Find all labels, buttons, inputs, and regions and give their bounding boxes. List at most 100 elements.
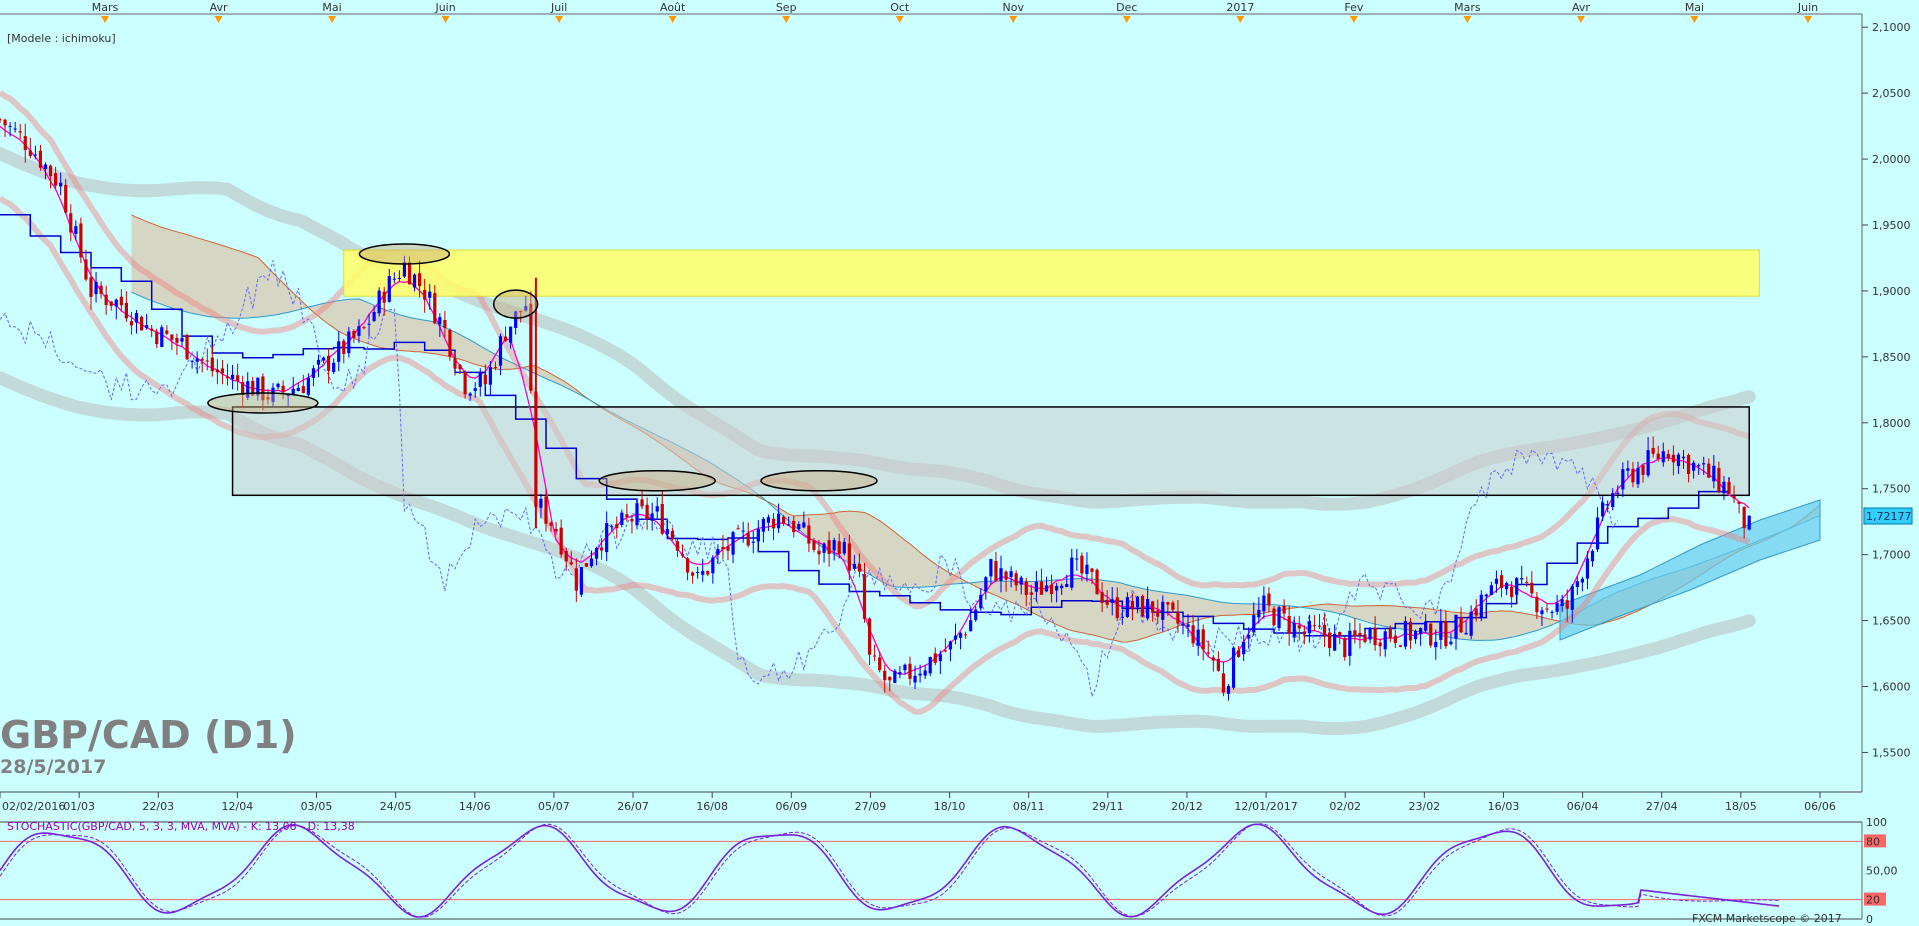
candle-body: [716, 549, 720, 555]
candle-body: [1120, 616, 1124, 618]
footer-credit: FXCM Marketscope © 2017: [1692, 912, 1842, 925]
stoch-d-line: [0, 823, 1780, 918]
candle-body: [1085, 564, 1089, 575]
x-tick-label: 20/12: [1171, 800, 1203, 813]
candle-body: [1504, 583, 1509, 590]
candle-body: [1419, 628, 1423, 635]
candle-body: [539, 498, 543, 508]
candle-body: [296, 387, 300, 391]
candle-body: [948, 641, 953, 650]
candle-body: [837, 541, 841, 554]
x-tick-label: 27/09: [855, 800, 887, 813]
candle-body: [1060, 585, 1064, 589]
candle-body: [741, 530, 745, 532]
candle-body: [1671, 454, 1675, 463]
candle-body: [1621, 469, 1625, 490]
x-tick-label: 27/04: [1646, 800, 1678, 813]
candle-body: [1383, 631, 1387, 650]
candle-body: [691, 572, 695, 576]
candle-body: [418, 273, 422, 287]
top-month-label: Juin: [1797, 1, 1818, 14]
candle-body: [1333, 633, 1337, 651]
candle-body: [453, 358, 457, 369]
y-tick-label: 2,0000: [1872, 153, 1911, 166]
candle-body: [89, 277, 93, 297]
candle-body: [1282, 605, 1286, 614]
candle-body: [1702, 463, 1706, 465]
candle-body: [1570, 586, 1574, 610]
candle-body: [38, 150, 43, 168]
candle-body: [1090, 568, 1094, 572]
candle-body: [1277, 607, 1281, 629]
candle-body: [458, 365, 462, 370]
candle-body: [1464, 632, 1468, 635]
resistance-zone: [343, 249, 1760, 297]
top-month-label: Dec: [1116, 1, 1137, 14]
x-tick-label: 12/04: [222, 800, 254, 813]
candle-body: [1206, 652, 1210, 654]
candle-body: [1080, 555, 1084, 574]
candle-body: [443, 319, 447, 328]
candle-body: [589, 558, 594, 567]
candle-body: [574, 568, 578, 591]
candle-body: [281, 385, 285, 393]
candle-body: [766, 517, 771, 523]
candle-body: [1140, 595, 1145, 617]
candle-body: [645, 504, 649, 520]
candle-body: [1540, 610, 1544, 615]
candle-body: [306, 377, 310, 395]
candle-body: [1075, 558, 1079, 560]
candle-body: [974, 609, 978, 620]
candle-body: [468, 393, 472, 396]
candle-body: [1489, 585, 1493, 596]
x-tick-label: 12/01/2017: [1234, 800, 1297, 813]
candle-body: [1307, 621, 1311, 634]
candle-body: [1555, 603, 1559, 612]
candle-body: [807, 525, 811, 544]
candle-body: [893, 670, 897, 683]
stoch-level-label: 100: [1866, 816, 1887, 829]
y-tick-label: 1,6500: [1872, 615, 1911, 628]
x-tick-label: 06/09: [775, 800, 807, 813]
candle-body: [1616, 492, 1620, 495]
candle-body: [1737, 501, 1741, 504]
candle-body: [438, 317, 442, 325]
candle-body: [1525, 582, 1529, 584]
candle-body: [1717, 468, 1721, 492]
candle-body: [1479, 594, 1483, 618]
price-chart[interactable]: 2,1000 2,0500 2,0000 1,9500 1,9000 1,8500 1,80…: [0, 0, 1919, 926]
candle-body: [1449, 641, 1453, 645]
top-month-label: Juin: [434, 1, 455, 14]
candle-body: [1676, 454, 1681, 467]
candle-body: [1226, 685, 1231, 694]
candle-body: [1595, 517, 1600, 550]
candle-body: [1287, 616, 1291, 634]
top-month-label: 2017: [1226, 1, 1254, 14]
candle-body: [1722, 481, 1726, 494]
candle-body: [1565, 600, 1569, 609]
candle-body: [736, 528, 740, 530]
candle-body: [923, 670, 927, 676]
candle-body: [776, 513, 781, 529]
candle-body: [1560, 599, 1564, 606]
candle-body: [1742, 507, 1746, 529]
candle-body: [139, 316, 144, 331]
candle-body: [321, 357, 326, 361]
candle-body: [928, 656, 932, 674]
candle-body: [352, 330, 356, 338]
candle-body: [1368, 628, 1372, 640]
candle-body: [387, 276, 391, 302]
candle-body: [13, 128, 17, 130]
candle-body: [69, 213, 73, 233]
candle-body: [28, 150, 32, 156]
candle-body: [165, 330, 169, 334]
candle-body: [1151, 601, 1155, 613]
x-tick-label: 18/05: [1725, 800, 1757, 813]
candle-body: [913, 675, 917, 683]
candle-body: [134, 313, 139, 323]
candle-body: [337, 341, 341, 362]
candle-body: [1611, 493, 1615, 507]
candle-body: [1161, 601, 1165, 620]
candle-body: [782, 516, 786, 524]
top-month-label: Fev: [1344, 1, 1363, 14]
